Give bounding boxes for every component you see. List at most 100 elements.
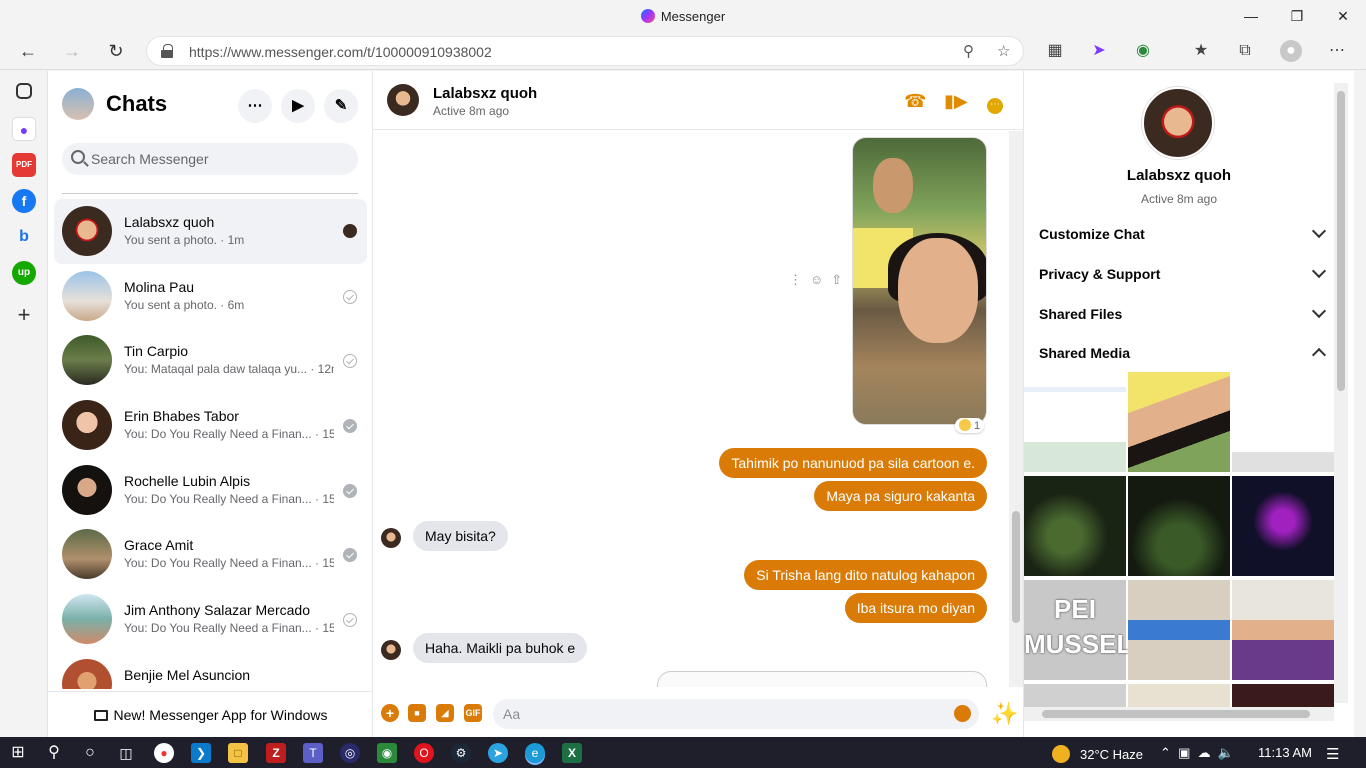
address-bar[interactable]: https://www.messenger.com/t/100000910938… bbox=[146, 36, 1024, 66]
media-thumbnail[interactable] bbox=[1128, 372, 1230, 472]
vscode-icon[interactable]: ❯ bbox=[191, 743, 211, 763]
contact-avatar[interactable] bbox=[387, 84, 419, 116]
video-call-icon[interactable]: ▮▶ bbox=[944, 90, 968, 112]
conversation-item[interactable]: Molina Pau You sent a photo. · 6m bbox=[54, 264, 367, 329]
sent-photo[interactable] bbox=[852, 137, 987, 425]
weather-widget[interactable]: 32°C Haze bbox=[1052, 745, 1143, 763]
search-icon[interactable]: ⚲ bbox=[44, 743, 64, 763]
telegram-icon[interactable]: ➤ bbox=[488, 743, 508, 763]
extension-icon[interactable]: ➤ bbox=[1088, 40, 1110, 62]
collections-icon[interactable]: ⧉ bbox=[1234, 40, 1256, 62]
seen-avatar-icon bbox=[343, 224, 357, 238]
more-info-icon[interactable]: ⋯ bbox=[984, 90, 1006, 114]
extension-icon[interactable]: ◉ bbox=[1132, 40, 1154, 62]
pdf-icon[interactable]: PDF bbox=[12, 153, 36, 177]
teams-icon[interactable]: T bbox=[303, 743, 323, 763]
thread-scrollbar[interactable] bbox=[1009, 131, 1023, 687]
forward-button[interactable]: → bbox=[58, 38, 86, 64]
add-favorite-icon[interactable]: ☆ bbox=[997, 42, 1010, 60]
url-text[interactable]: https://www.messenger.com/t/100000910938… bbox=[189, 44, 492, 60]
app-icon[interactable]: ◎ bbox=[340, 743, 360, 763]
conversation-item[interactable]: Erin Bhabes Tabor You: Do You Really Nee… bbox=[54, 393, 367, 458]
conversation-item[interactable]: Jim Anthony Salazar Mercado You: Do You … bbox=[54, 587, 367, 652]
start-icon[interactable]: ⊞ bbox=[8, 743, 28, 763]
shared-screenshot-preview[interactable] bbox=[657, 671, 987, 687]
media-thumbnail[interactable] bbox=[1024, 372, 1126, 472]
steam-icon[interactable]: ⚙ bbox=[451, 743, 471, 763]
back-button[interactable]: ← bbox=[14, 38, 42, 64]
options-button[interactable]: ⋯ bbox=[238, 89, 272, 123]
outgoing-message[interactable]: Tahimik po nanunuod pa sila cartoon e. bbox=[719, 448, 987, 478]
clock[interactable]: 11:13 AM bbox=[1258, 745, 1312, 760]
app-icon[interactable]: ◉ bbox=[377, 743, 397, 763]
tabs-icon[interactable] bbox=[16, 83, 32, 99]
avatar bbox=[62, 400, 112, 451]
search-input[interactable]: Search Messenger bbox=[62, 143, 358, 175]
tray-icons[interactable]: ⌃ ▣ ☁ 🔈 bbox=[1160, 745, 1234, 761]
media-thumbnail[interactable] bbox=[1024, 476, 1126, 576]
edge-sidebar: ● PDF f b up + bbox=[0, 71, 48, 737]
message-actions[interactable]: ⋮☺⇧ bbox=[789, 272, 850, 288]
quick-reaction-icon[interactable]: ✨ bbox=[991, 701, 1018, 727]
outgoing-message[interactable]: Maya pa siguro kakanta bbox=[814, 481, 987, 511]
info-panel-scrollbar[interactable] bbox=[1334, 83, 1348, 703]
conversation-item[interactable]: Grace Amit You: Do You Really Need a Fin… bbox=[54, 522, 367, 587]
incoming-message[interactable]: May bisita? bbox=[413, 521, 508, 551]
edge-icon[interactable]: e bbox=[525, 743, 545, 763]
profile-icon[interactable]: ● bbox=[1280, 40, 1302, 62]
extension-icon[interactable]: ▦ bbox=[1044, 40, 1066, 62]
conversation-item[interactable]: Tin Carpio You: Mataqal pala daw talaqa … bbox=[54, 328, 367, 393]
messenger-app-promo-link[interactable]: New! Messenger App for Windows bbox=[48, 691, 373, 737]
media-thumbnail[interactable] bbox=[1232, 580, 1334, 680]
sticker-icon[interactable]: ◢ bbox=[436, 704, 454, 722]
video-call-room-button[interactable]: ▶ bbox=[281, 89, 315, 123]
more-actions-icon[interactable]: + bbox=[381, 704, 399, 722]
file-explorer-icon[interactable]: □ bbox=[228, 743, 248, 763]
zoom-icon[interactable]: ⚲ bbox=[963, 42, 974, 60]
refresh-button[interactable]: ↻ bbox=[102, 38, 130, 64]
outgoing-message[interactable]: Si Trisha lang dito natulog kahapon bbox=[744, 560, 987, 590]
add-sidebar-icon[interactable]: + bbox=[12, 303, 36, 327]
media-thumbnail[interactable] bbox=[1128, 580, 1230, 680]
outgoing-message[interactable]: Iba itsura mo diyan bbox=[844, 593, 987, 623]
media-thumbnail[interactable] bbox=[1128, 476, 1230, 576]
section-shared-files[interactable]: Shared Files bbox=[1024, 296, 1327, 332]
notifications-icon[interactable]: ☰ bbox=[1326, 745, 1339, 763]
conversation-item[interactable]: Lalabsxz quoh You sent a photo. · 1m bbox=[54, 199, 367, 264]
section-customize-chat[interactable]: Customize Chat bbox=[1024, 216, 1327, 252]
bing-icon[interactable]: b bbox=[12, 225, 36, 249]
upwork-icon[interactable]: up bbox=[12, 261, 36, 285]
conversation-item[interactable]: Rochelle Lubin Alpis You: Do You Really … bbox=[54, 458, 367, 523]
attach-image-icon[interactable]: ■ bbox=[408, 704, 426, 722]
reaction-badge[interactable]: 1 bbox=[955, 418, 985, 433]
media-thumbnail[interactable] bbox=[1232, 476, 1334, 576]
close-window-button[interactable]: ✕ bbox=[1320, 4, 1366, 28]
favorites-icon[interactable]: ★ bbox=[1190, 40, 1212, 62]
contact-name[interactable]: Lalabsxz quoh bbox=[433, 85, 537, 102]
facebook-icon[interactable]: f bbox=[12, 189, 36, 213]
media-thumbnail[interactable] bbox=[1232, 372, 1334, 472]
messenger-icon[interactable]: ● bbox=[12, 117, 36, 141]
gif-icon[interactable]: GIF bbox=[464, 704, 482, 722]
incoming-message[interactable]: Haha. Maikli pa buhok e bbox=[413, 633, 588, 663]
restore-button[interactable]: ❐ bbox=[1274, 4, 1320, 28]
section-privacy-support[interactable]: Privacy & Support bbox=[1024, 256, 1327, 292]
opera-icon[interactable]: O bbox=[414, 743, 434, 763]
minimize-button[interactable]: — bbox=[1228, 4, 1274, 28]
task-view-icon[interactable]: ◫ bbox=[116, 743, 136, 763]
settings-more-icon[interactable]: ⋯ bbox=[1326, 40, 1348, 62]
section-shared-media[interactable]: Shared Media bbox=[1024, 335, 1327, 371]
contact-profile-avatar[interactable] bbox=[1142, 87, 1214, 159]
chrome-icon[interactable]: ● bbox=[154, 743, 174, 763]
cortana-icon[interactable]: ○ bbox=[80, 743, 100, 763]
conversation-item[interactable]: Benjie Mel Asuncion bbox=[54, 652, 367, 689]
media-horizontal-scrollbar[interactable] bbox=[1024, 707, 1334, 721]
media-thumbnail[interactable]: PEI MUSSEL bbox=[1024, 580, 1132, 680]
filezilla-icon[interactable]: Z bbox=[266, 743, 286, 763]
emoji-picker-icon[interactable] bbox=[954, 705, 971, 722]
my-avatar[interactable] bbox=[62, 88, 94, 120]
message-input[interactable]: Aa bbox=[493, 699, 979, 729]
new-message-button[interactable]: ✎ bbox=[324, 89, 358, 123]
phone-icon[interactable]: ☎ bbox=[904, 90, 926, 112]
excel-icon[interactable]: X bbox=[562, 743, 582, 763]
